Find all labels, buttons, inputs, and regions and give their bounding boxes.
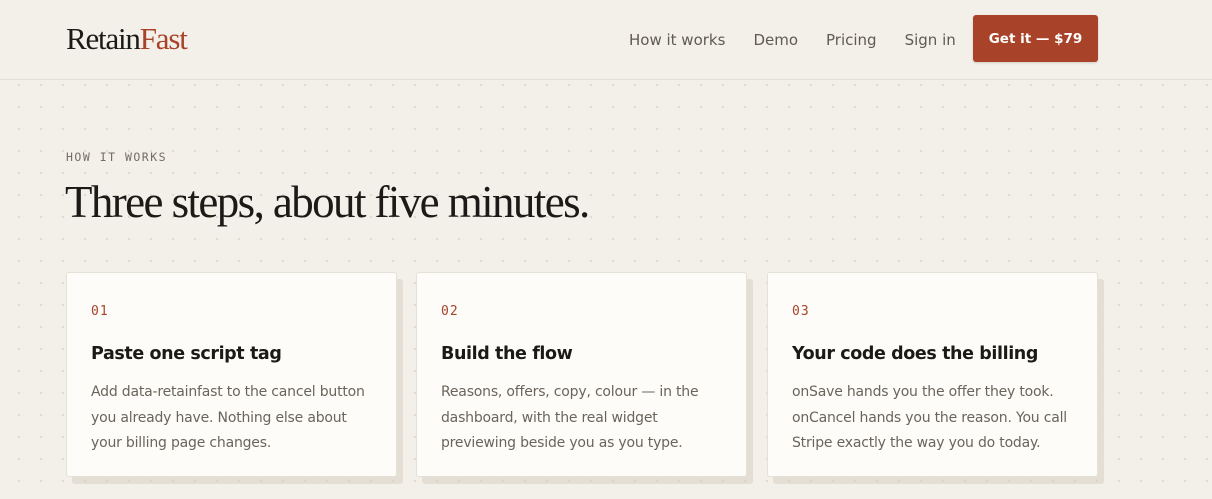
section-eyebrow: HOW IT WORKS [66, 150, 168, 164]
step-description: onSave hands you the offer they took. on… [792, 384, 1067, 451]
brand-logo[interactable]: RetainFast [66, 21, 188, 56]
nav-link-demo[interactable]: Demo [753, 31, 798, 49]
step-description: Reasons, offers, copy, colour — in the d… [441, 384, 699, 451]
step-number: 02 [441, 304, 459, 319]
step-title: Your code does the billing [792, 344, 1038, 364]
logo-main-text: Retain [66, 21, 141, 56]
get-it-button[interactable]: Get it — $79 [973, 15, 1098, 62]
step-title: Build the flow [441, 344, 573, 364]
step-card-3: 03 Your code does the billing onSave han… [767, 272, 1098, 477]
step-number: 03 [792, 304, 810, 319]
step-description: Add data-retainfast to the cancel button… [91, 384, 365, 451]
nav-link-sign-in[interactable]: Sign in [905, 31, 956, 49]
nav-link-how-it-works[interactable]: How it works [629, 31, 725, 49]
step-card-2: 02 Build the flow Reasons, offers, copy,… [416, 272, 747, 477]
step-number: 01 [91, 304, 109, 319]
step-title: Paste one script tag [91, 344, 282, 364]
nav-link-pricing[interactable]: Pricing [826, 31, 877, 49]
section-title: Three steps, about five minutes. [65, 177, 590, 227]
step-card-1: 01 Paste one script tag Add data-retainf… [66, 272, 397, 477]
main-nav: How it works Demo Pricing Sign in [629, 0, 956, 80]
logo-accent-text: Fast [139, 21, 188, 56]
top-navbar: RetainFast How it works Demo Pricing Sig… [0, 0, 1212, 80]
